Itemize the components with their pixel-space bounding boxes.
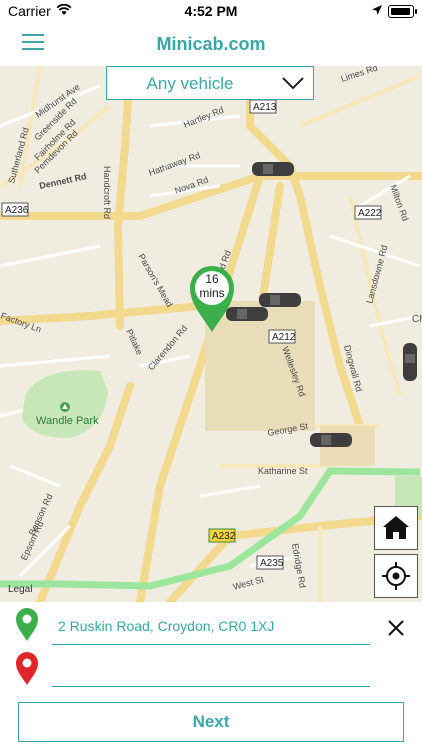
battery-icon — [388, 5, 417, 18]
street-label: Ch — [412, 314, 422, 325]
map-view[interactable]: A213 A236 A222 A212 A232 A235 Hartley Rd… — [0, 66, 422, 602]
chevron-down-icon — [282, 77, 304, 90]
taxi-icon — [310, 433, 352, 447]
street-label: Handcroft Rd — [102, 166, 112, 219]
street-label: Pitlake — [124, 328, 144, 357]
street-label: Hathaway Rd — [147, 150, 201, 178]
pickup-pin-icon — [16, 608, 38, 641]
pickup-underline — [52, 644, 370, 645]
taxi-icon — [259, 293, 301, 307]
status-bar: Carrier 4:52 PM — [0, 0, 422, 22]
map-canvas[interactable]: A213 A236 A222 A212 A232 A235 Hartley Rd… — [0, 66, 422, 602]
home-icon — [383, 516, 409, 539]
taxi-icon — [252, 162, 294, 176]
home-button[interactable] — [374, 506, 418, 550]
street-label: West St — [232, 574, 265, 592]
crosshair-icon — [382, 562, 410, 590]
street-label: Katharine St — [258, 466, 308, 476]
street-label: Parson's Mead — [136, 252, 175, 309]
legal-link: Legal — [8, 584, 32, 595]
street-label: Limes Rd — [340, 66, 379, 84]
vehicle-type-select[interactable]: Any vehicle — [106, 66, 314, 100]
clear-pickup-button[interactable] — [384, 616, 408, 640]
nav-bar: Minicab.com — [0, 22, 422, 66]
destination-input[interactable] — [54, 660, 372, 686]
street-label: Milton Rd — [388, 183, 410, 222]
destination-underline — [52, 686, 370, 687]
taxi-icon — [403, 343, 417, 381]
park-label: Wandle Park — [36, 415, 99, 427]
road-badge-A235: A235 — [260, 558, 284, 569]
app-title: Minicab.com — [156, 34, 266, 54]
eta-label: 16 mins — [188, 272, 236, 300]
street-label: Clarendon Rd — [146, 323, 189, 372]
pickup-address[interactable]: 2 Ruskin Road, Croydon, CR0 1XJ — [58, 618, 274, 634]
street-label: Dennett Rd — [38, 171, 87, 191]
road-badge-A222: A222 — [358, 208, 382, 219]
clock: 4:52 PM — [184, 3, 238, 19]
road-badge-A232: A232 — [212, 531, 236, 542]
street-label: Factory Ln — [0, 310, 43, 334]
eta-value: 16 — [205, 272, 219, 286]
street-label: Edridge Rd — [290, 543, 308, 589]
destination-pin-icon — [16, 652, 38, 685]
location-arrow-icon — [372, 5, 382, 15]
road-badge-A213: A213 — [253, 102, 277, 113]
road-badge-A212: A212 — [272, 332, 296, 343]
eta-unit: mins — [199, 286, 225, 300]
locate-me-button[interactable] — [374, 554, 418, 598]
vehicle-select-value: Any vehicle — [146, 74, 234, 93]
trip-form: 2 Ruskin Road, Croydon, CR0 1XJ Next — [0, 602, 422, 750]
road-badge-A236: A236 — [5, 205, 29, 216]
next-button[interactable]: Next — [18, 702, 404, 742]
